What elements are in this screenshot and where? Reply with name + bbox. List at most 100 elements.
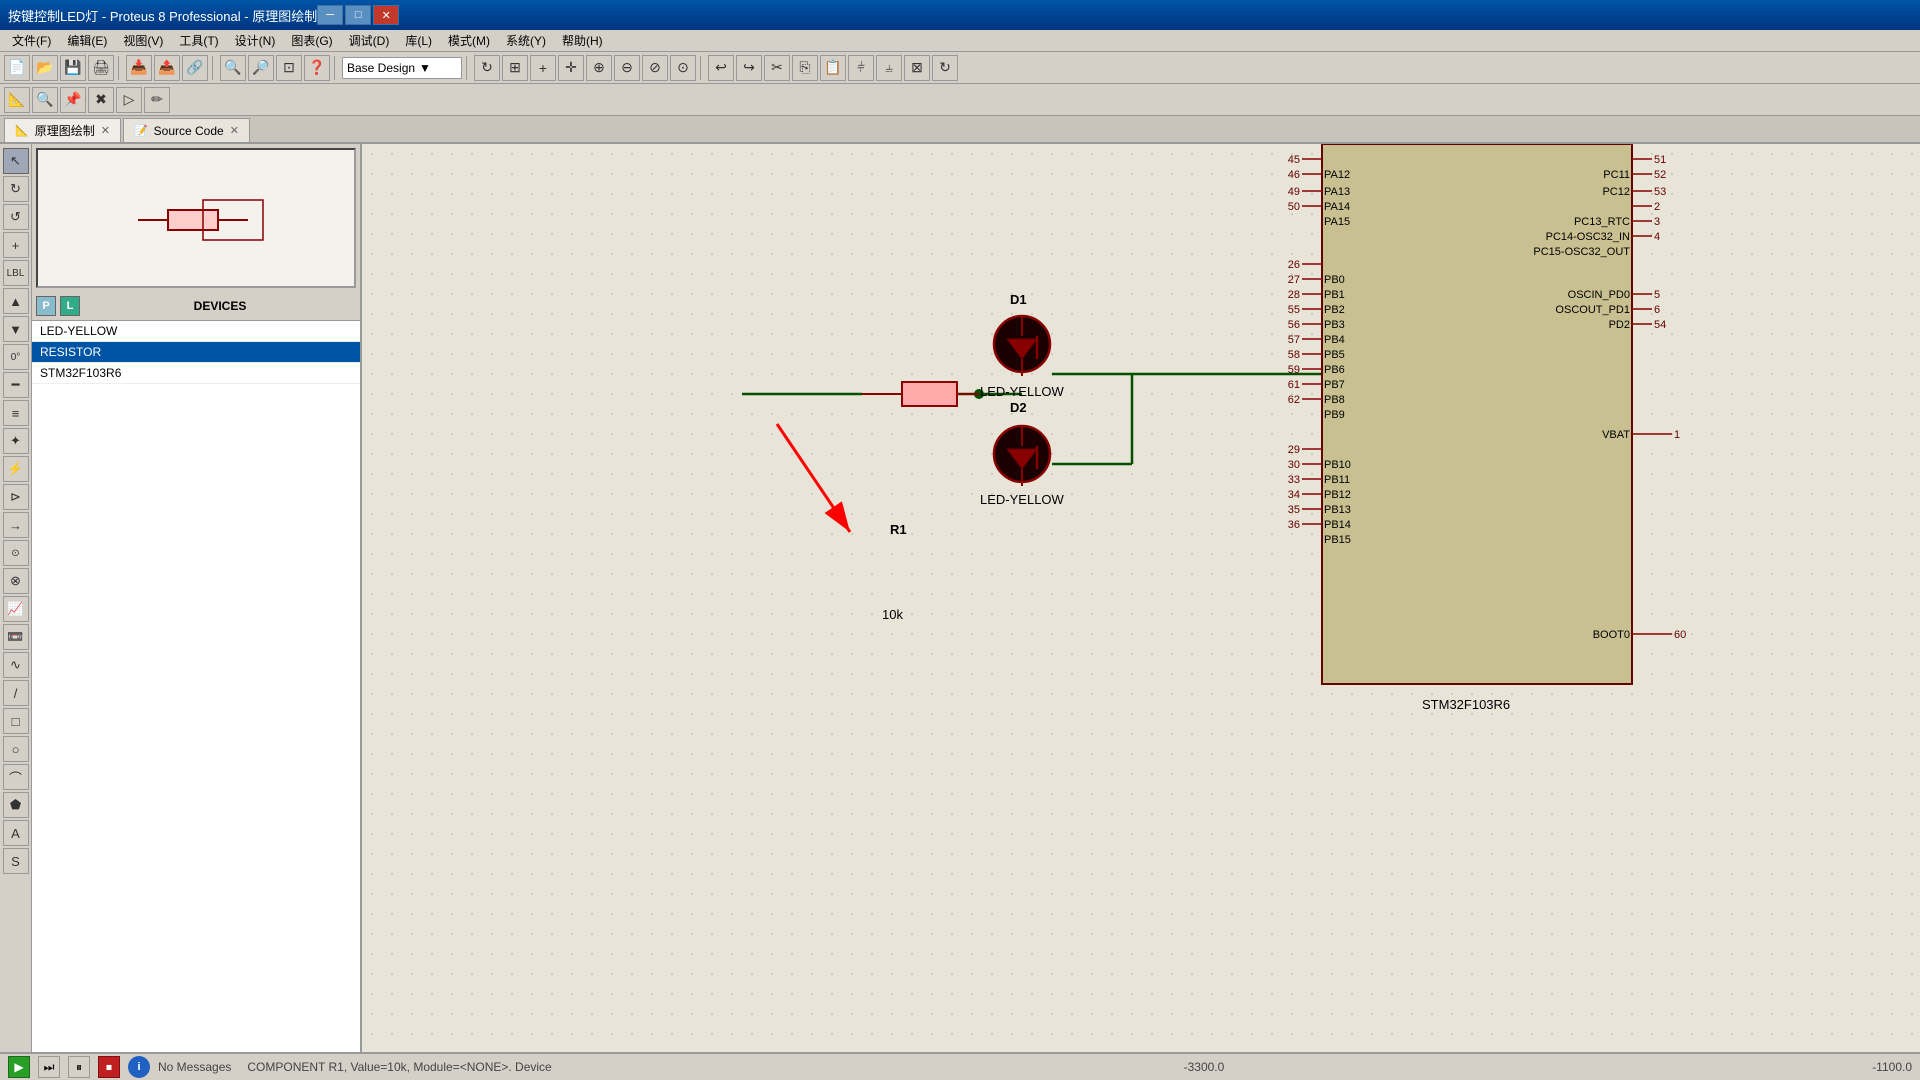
menu-edit[interactable]: 编辑(E) <box>59 30 115 51</box>
device-resistor[interactable]: RESISTOR <box>32 342 360 363</box>
zoom-area-button[interactable]: ⊘ <box>642 55 668 81</box>
add-component-tool[interactable]: + <box>3 232 29 258</box>
menu-system[interactable]: 系统(Y) <box>498 30 554 51</box>
svg-text:PA14: PA14 <box>1324 201 1350 213</box>
svg-text:OSCOUT_PD1: OSCOUT_PD1 <box>1555 304 1630 316</box>
menu-design[interactable]: 设计(N) <box>227 30 284 51</box>
cross-button[interactable]: + <box>530 55 556 81</box>
line-tool[interactable]: / <box>3 680 29 706</box>
zoom-out2-button[interactable]: ⊖ <box>614 55 640 81</box>
redo-button[interactable]: ↪ <box>736 55 762 81</box>
grid-button[interactable]: ⊞ <box>502 55 528 81</box>
rotate-cw-button[interactable]: ↻ <box>932 55 958 81</box>
svg-text:2: 2 <box>1654 201 1660 213</box>
graph-tool[interactable]: 📈 <box>3 596 29 622</box>
bus-tool[interactable]: ≡ <box>3 400 29 426</box>
tab-schematic[interactable]: 📐 原理图绘制 ✕ <box>4 118 121 142</box>
probe-tool[interactable]: ⊙ <box>3 540 29 566</box>
menu-help[interactable]: 帮助(H) <box>554 30 611 51</box>
tab-sourcecode-close[interactable]: ✕ <box>230 124 239 137</box>
move-button[interactable]: ✛ <box>558 55 584 81</box>
circle-tool[interactable]: ○ <box>3 736 29 762</box>
maximize-button[interactable]: □ <box>345 5 371 25</box>
refresh-button[interactable]: ↻ <box>474 55 500 81</box>
poly-tool[interactable]: ⬟ <box>3 792 29 818</box>
p-mode-btn[interactable]: P <box>36 296 56 316</box>
fit-button[interactable]: ⊡ <box>276 55 302 81</box>
canvas-area[interactable]: 45 46 PA12 49 PA13 50 PA14 PA15 26 27 PB… <box>362 144 1920 1052</box>
menu-view[interactable]: 视图(V) <box>115 30 171 51</box>
minimize-button[interactable]: ─ <box>317 5 343 25</box>
menu-lib[interactable]: 库(L) <box>397 30 440 51</box>
svg-text:30: 30 <box>1288 459 1300 471</box>
stop-button[interactable]: ⏹ <box>98 1056 120 1078</box>
mode-btn1[interactable]: 📐 <box>4 87 30 113</box>
svg-text:PA13: PA13 <box>1324 186 1350 198</box>
rotate-cw-tool[interactable]: ↻ <box>3 176 29 202</box>
generator-tool[interactable]: ⊗ <box>3 568 29 594</box>
svg-text:4: 4 <box>1654 231 1660 243</box>
label-tool[interactable]: LBL <box>3 260 29 286</box>
align-v-button[interactable]: ⫨ <box>876 55 902 81</box>
marker-tool[interactable]: → <box>3 512 29 538</box>
paste-button[interactable]: 📋 <box>820 55 846 81</box>
new-button[interactable]: 📄 <box>4 55 30 81</box>
text-tool[interactable]: A <box>3 820 29 846</box>
svg-text:PB2: PB2 <box>1324 304 1345 316</box>
menu-debug[interactable]: 调试(D) <box>341 30 398 51</box>
save-button[interactable]: 💾 <box>60 55 86 81</box>
mode-btn5[interactable]: ▷ <box>116 87 142 113</box>
tape-tool[interactable]: 📼 <box>3 624 29 650</box>
power-tool[interactable]: ⚡ <box>3 456 29 482</box>
left-panel: P L DEVICES LED-YELLOW RESISTOR STM32F10… <box>32 144 362 1052</box>
title-text: 按键控制LED灯 - Proteus 8 Professional - 原理图绘… <box>8 6 317 25</box>
menu-tools[interactable]: 工具(T) <box>171 30 226 51</box>
zoom-in2-button[interactable]: ⊕ <box>586 55 612 81</box>
sep4 <box>466 56 470 80</box>
cut-button[interactable]: ✂ <box>764 55 790 81</box>
mode-btn3[interactable]: 📌 <box>60 87 86 113</box>
svg-text:52: 52 <box>1654 169 1666 181</box>
open-button[interactable]: 📂 <box>32 55 58 81</box>
play-button[interactable]: ▶ <box>8 1056 30 1078</box>
undo-button[interactable]: ↩ <box>708 55 734 81</box>
rotate-ccw-tool[interactable]: ↺ <box>3 204 29 230</box>
export-button[interactable]: 📤 <box>154 55 180 81</box>
design-dropdown[interactable]: Base Design ▼ <box>342 57 462 79</box>
mode-btn2[interactable]: 🔍 <box>32 87 58 113</box>
step-button[interactable]: ⏭ <box>38 1056 60 1078</box>
pause-button[interactable]: ⏸ <box>68 1056 90 1078</box>
menu-mode[interactable]: 模式(M) <box>440 30 498 51</box>
signal-tool[interactable]: ∿ <box>3 652 29 678</box>
tab-sourcecode[interactable]: 📝 Source Code ✕ <box>123 118 250 142</box>
up-tool[interactable]: ▲ <box>3 288 29 314</box>
mode-btn6[interactable]: ✏ <box>144 87 170 113</box>
print-button[interactable]: 🖨 <box>88 55 114 81</box>
wire-tool[interactable]: ━ <box>3 372 29 398</box>
menu-file[interactable]: 文件(F) <box>4 30 59 51</box>
select-tool[interactable]: ↖ <box>3 148 29 174</box>
mode-btn4[interactable]: ✖ <box>88 87 114 113</box>
align-h-button[interactable]: ⫩ <box>848 55 874 81</box>
junction-tool[interactable]: ✦ <box>3 428 29 454</box>
device-stm32[interactable]: STM32F103R6 <box>32 363 360 384</box>
svg-text:D1: D1 <box>1010 292 1027 307</box>
copy-button[interactable]: ⎘ <box>792 55 818 81</box>
help-icon-btn[interactable]: ❓ <box>304 55 330 81</box>
device-led-yellow[interactable]: LED-YELLOW <box>32 321 360 342</box>
zoom-out-button[interactable]: 🔎 <box>248 55 274 81</box>
mirror-button[interactable]: ⊠ <box>904 55 930 81</box>
tab-schematic-close[interactable]: ✕ <box>101 124 110 137</box>
down-tool[interactable]: ▼ <box>3 316 29 342</box>
zoom-in-button[interactable]: 🔍 <box>220 55 246 81</box>
zoom-full-button[interactable]: ⊙ <box>670 55 696 81</box>
symbol-tool[interactable]: S <box>3 848 29 874</box>
arc-tool[interactable]: ⌒ <box>3 764 29 790</box>
import-button[interactable]: 📥 <box>126 55 152 81</box>
netlist-button[interactable]: 🔗 <box>182 55 208 81</box>
close-button[interactable]: ✕ <box>373 5 399 25</box>
rect-tool[interactable]: □ <box>3 708 29 734</box>
port-tool[interactable]: ⊳ <box>3 484 29 510</box>
menu-graph[interactable]: 图表(G) <box>283 30 340 51</box>
l-mode-btn[interactable]: L <box>60 296 80 316</box>
